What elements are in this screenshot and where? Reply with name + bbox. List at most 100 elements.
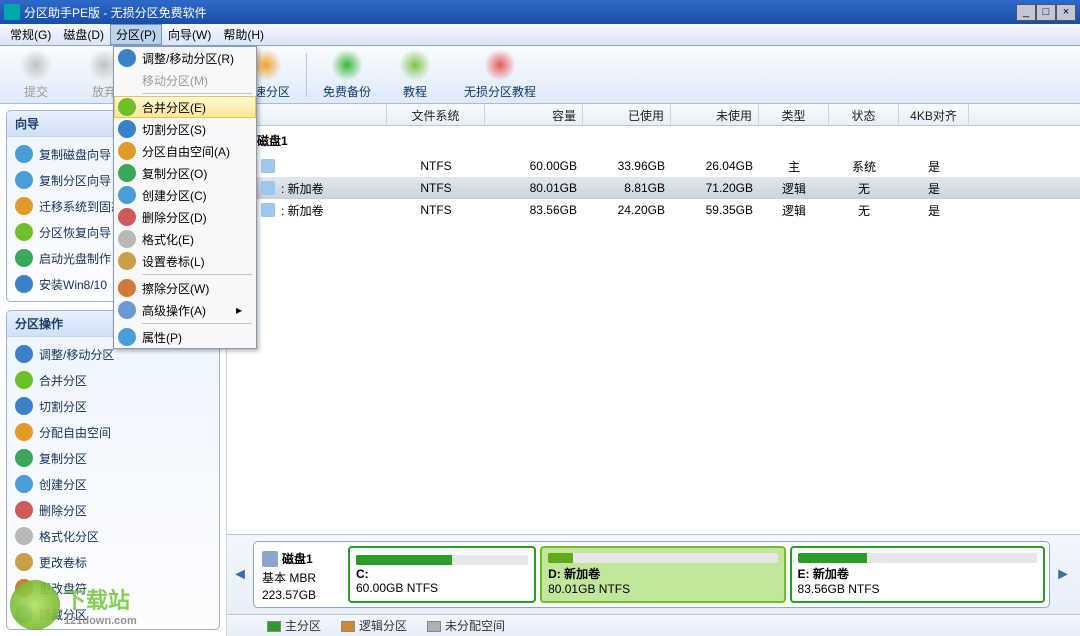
column-header[interactable]: 状态 (829, 104, 899, 125)
window-title: 分区助手PE版 - 无损分区免费软件 (24, 4, 1016, 21)
column-header[interactable]: 未使用 (671, 104, 759, 125)
disk-next-button[interactable]: ► (1054, 541, 1072, 608)
sidebar-item-icon (15, 275, 33, 293)
sidebar-item[interactable]: 切割分区 (13, 393, 213, 419)
toolbar-教程[interactable]: 教程 (387, 49, 443, 100)
sidebar-item[interactable]: 创建分区 (13, 471, 213, 497)
disk-prev-button[interactable]: ◄ (231, 541, 249, 608)
menu-item[interactable]: 属性(P) (114, 326, 256, 348)
partition-letter: C: (356, 567, 528, 581)
wizard-panel-title: 向导 (15, 115, 39, 132)
menu-item-icon (118, 279, 136, 297)
partition-menu-dropdown: 调整/移动分区(R)移动分区(M)合并分区(E)切割分区(S)分区自由空间(A)… (113, 46, 257, 349)
menubar: 常规(G)磁盘(D)分区(P)向导(W)帮助(H) (0, 24, 1080, 46)
grid-body[interactable]: 磁盘1NTFS60.00GB33.96GB26.04GB主系统是: 新加卷NTF… (227, 126, 1080, 534)
watermark-brand: 下载站 (64, 583, 137, 615)
menu-3[interactable]: 向导(W) (162, 24, 217, 45)
ops-panel-title: 分区操作 (15, 315, 63, 332)
legend-item: 未分配空间 (427, 617, 505, 634)
menu-item[interactable]: 复制分区(O) (114, 162, 256, 184)
sidebar-item-label: 安装Win8/10 (39, 276, 107, 293)
menu-item[interactable]: 分区自由空间(A) (114, 140, 256, 162)
menu-item[interactable]: 创建分区(C) (114, 184, 256, 206)
partition-block[interactable]: E: 新加卷83.56GB NTFS (790, 546, 1045, 603)
menu-item[interactable]: 删除分区(D) (114, 206, 256, 228)
maximize-button[interactable]: □ (1036, 4, 1056, 21)
menu-item[interactable]: 高级操作(A)▸ (114, 299, 256, 321)
sidebar-item-label: 分配自由空间 (39, 424, 111, 441)
partition-letter: E: 新加卷 (798, 565, 1037, 582)
menu-1[interactable]: 磁盘(D) (57, 24, 110, 45)
menu-item[interactable]: 调整/移动分区(R) (114, 47, 256, 69)
menu-item-icon (118, 208, 136, 226)
column-header[interactable]: 已使用 (583, 104, 671, 125)
sidebar-item[interactable]: 合并分区 (13, 367, 213, 393)
partition-block[interactable]: D: 新加卷80.01GB NTFS (540, 546, 785, 603)
menu-4[interactable]: 帮助(H) (217, 24, 270, 45)
disk-info[interactable]: 磁盘1基本 MBR223.57GB (258, 546, 344, 603)
menu-item-label: 擦除分区(W) (142, 280, 209, 297)
menu-item[interactable]: 格式化(E) (114, 228, 256, 250)
toolbar-label: 教程 (403, 83, 427, 100)
toolbar-免费备份[interactable]: 免费备份 (319, 49, 375, 100)
watermark: 下载站 121down.com (10, 580, 137, 630)
menu-item[interactable]: 设置卷标(L) (114, 250, 256, 272)
menu-item[interactable]: 切割分区(S) (114, 118, 256, 140)
sidebar-item[interactable]: 删除分区 (13, 497, 213, 523)
disk-title: 磁盘1 (282, 550, 313, 567)
partition-icon (261, 159, 275, 173)
sidebar-item-label: 更改卷标 (39, 554, 87, 571)
sidebar-item-label: 启动光盘制作 (39, 250, 111, 267)
disk-graphic-bar: ◄ 磁盘1基本 MBR223.57GBC:60.00GB NTFSD: 新加卷8… (227, 534, 1080, 614)
partition-block[interactable]: C:60.00GB NTFS (348, 546, 536, 603)
sidebar-item-icon (15, 223, 33, 241)
sidebar-item-label: 复制分区向导 (39, 172, 111, 189)
menu-item[interactable]: 擦除分区(W) (114, 277, 256, 299)
partition-row[interactable]: : 新加卷NTFS83.56GB24.20GB59.35GB逻辑无是 (227, 199, 1080, 221)
watermark-url: 121down.com (64, 615, 137, 627)
sidebar-item[interactable]: 分配自由空间 (13, 419, 213, 445)
minimize-button[interactable]: _ (1016, 4, 1036, 21)
sidebar-item-icon (15, 345, 33, 363)
menu-item-icon (118, 142, 136, 160)
toolbar-提交: 提交 (8, 49, 64, 100)
menu-item[interactable]: 合并分区(E) (114, 96, 256, 118)
legend-item: 逻辑分区 (341, 617, 407, 634)
toolbar-无损分区教程[interactable]: 无损分区教程 (455, 49, 545, 100)
sidebar-item-icon (15, 145, 33, 163)
sidebar-item-icon (15, 249, 33, 267)
sidebar-item[interactable]: 更改卷标 (13, 549, 213, 575)
menu-item-icon (118, 186, 136, 204)
partition-row[interactable]: : 新加卷NTFS80.01GB8.81GB71.20GB逻辑无是 (227, 177, 1080, 199)
column-header[interactable]: 文件系统 (387, 104, 485, 125)
toolbar-icon (399, 49, 431, 81)
sidebar-item[interactable]: 复制分区 (13, 445, 213, 471)
partition-icon (261, 203, 275, 217)
disk-row[interactable]: 磁盘1 (227, 126, 1080, 155)
sidebar-item-label: 复制分区 (39, 450, 87, 467)
sidebar-item-label: 删除分区 (39, 502, 87, 519)
main-content: 文件系统容量已使用未使用类型状态4KB对齐 磁盘1NTFS60.00GB33.9… (226, 104, 1080, 636)
close-button[interactable]: × (1056, 4, 1076, 21)
menu-item-label: 切割分区(S) (142, 121, 206, 138)
column-header[interactable]: 4KB对齐 (899, 104, 969, 125)
menu-item-icon (118, 164, 136, 182)
sidebar-item-icon (15, 527, 33, 545)
column-header[interactable]: 容量 (485, 104, 583, 125)
disk-box: 磁盘1基本 MBR223.57GBC:60.00GB NTFSD: 新加卷80.… (253, 541, 1050, 608)
menu-item-label: 复制分区(O) (142, 165, 207, 182)
menu-2[interactable]: 分区(P) (110, 24, 162, 45)
partition-row[interactable]: NTFS60.00GB33.96GB26.04GB主系统是 (227, 155, 1080, 177)
sidebar-item-label: 合并分区 (39, 372, 87, 389)
partition-sub: 83.56GB NTFS (798, 582, 1037, 596)
sidebar-item-icon (15, 197, 33, 215)
column-header[interactable]: 类型 (759, 104, 829, 125)
menu-item-label: 创建分区(C) (142, 187, 207, 204)
sidebar-item[interactable]: 格式化分区 (13, 523, 213, 549)
partition-sub: 80.01GB NTFS (548, 582, 777, 596)
menu-0[interactable]: 常规(G) (4, 24, 57, 45)
grid-header: 文件系统容量已使用未使用类型状态4KB对齐 (227, 104, 1080, 126)
sidebar-item-icon (15, 423, 33, 441)
menu-item-label: 合并分区(E) (142, 99, 206, 116)
menu-item-label: 格式化(E) (142, 231, 194, 248)
